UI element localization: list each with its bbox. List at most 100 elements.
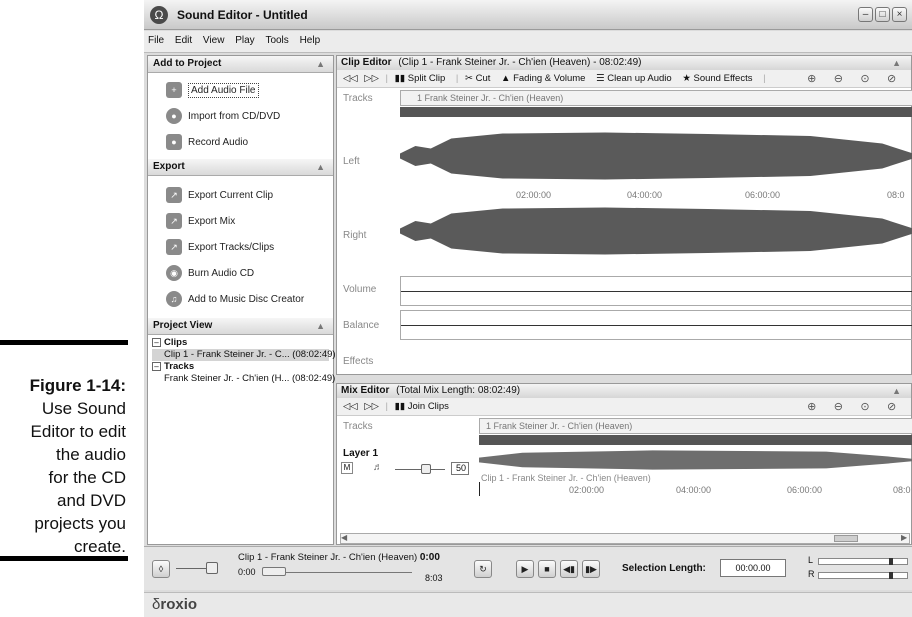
menu-view[interactable]: View	[199, 31, 229, 51]
tree-node-tracks[interactable]: – Tracks	[152, 361, 329, 373]
zoom-fit-icon[interactable]: ⊙	[860, 70, 874, 88]
nudge-left-icon[interactable]: ◁◁	[343, 73, 358, 84]
seek-thumb[interactable]	[262, 567, 286, 576]
tree-item-clip[interactable]: Clip 1 - Frank Steiner Jr. - C... (08:02…	[152, 349, 336, 361]
meter-right-label: R	[808, 569, 815, 579]
close-button[interactable]: ×	[892, 7, 907, 22]
mix-track-bar	[479, 435, 912, 445]
menu-help[interactable]: Help	[296, 31, 325, 51]
menu-tools[interactable]: Tools	[261, 31, 292, 51]
selection-length-field[interactable]: 00:00.00	[720, 559, 786, 577]
collapse-icon[interactable]: ▲	[316, 159, 325, 175]
zoom-in-icon[interactable]: ⊕	[807, 398, 821, 416]
disc-icon: ●	[166, 108, 182, 124]
mix-track-header[interactable]: 1 Frank Steiner Jr. - Ch'ien (Heaven)	[479, 418, 912, 434]
export-mix-action[interactable]: ↗ Export Mix	[148, 208, 333, 234]
zoom-out-icon[interactable]: ⊖	[834, 398, 848, 416]
footer: δroxio	[144, 592, 912, 617]
title-bar[interactable]: Ω Sound Editor - Untitled – □ ×	[144, 0, 912, 30]
minimize-button[interactable]: –	[858, 7, 873, 22]
master-volume-thumb[interactable]	[206, 562, 218, 574]
scroll-right-icon[interactable]: ▶	[901, 533, 907, 542]
zoom-in-icon[interactable]: ⊕	[807, 70, 821, 88]
collapse-icon[interactable]: ▲	[316, 318, 325, 334]
export-clip-icon: ↗	[166, 187, 182, 203]
zoom-out-icon[interactable]: ⊖	[834, 70, 848, 88]
collapse-icon[interactable]: ▲	[892, 384, 901, 398]
split-clip-button[interactable]: ▮▮ Split Clip	[395, 73, 450, 84]
collapse-icon[interactable]: ▲	[892, 56, 901, 70]
loop-button[interactable]: ↻	[474, 560, 492, 578]
tree-node-clips[interactable]: – Clips	[152, 337, 329, 349]
window-title: Sound Editor - Untitled	[177, 8, 308, 22]
headphones-icon: Ω	[150, 6, 168, 24]
scroll-left-icon[interactable]: ◀	[341, 533, 347, 542]
horizontal-scrollbar[interactable]: ◀ ▶	[340, 533, 910, 544]
next-button[interactable]: ▮▶	[582, 560, 600, 578]
burn-audio-cd-action[interactable]: ◉ Burn Audio CD	[148, 260, 333, 286]
caption-line: the audio	[56, 445, 126, 464]
burn-icon: ◉	[166, 265, 182, 281]
project-view-header[interactable]: Project View ▲	[148, 318, 333, 335]
stop-button[interactable]: ■	[538, 560, 556, 578]
play-button[interactable]: ▶	[516, 560, 534, 578]
export-tracks-action[interactable]: ↗ Export Tracks/Clips	[148, 234, 333, 260]
zoom-selection-icon[interactable]: ⊘	[887, 398, 901, 416]
tree-item-track[interactable]: Frank Steiner Jr. - Ch'ien (H... (08:02:…	[152, 373, 335, 385]
join-clips-button[interactable]: ▮▮ Join Clips	[395, 401, 453, 412]
transport-bar: ◊ Clip 1 - Frank Steiner Jr. - Ch'ien (H…	[144, 546, 912, 590]
export-header[interactable]: Export ▲	[148, 159, 333, 176]
mix-editor-toolbar: ◁◁ ▷▷ | ▮▮ Join Clips ⊕ ⊖ ⊙ ⊘	[337, 398, 911, 416]
track-bar	[400, 107, 912, 117]
time-mark: 08:0	[893, 485, 911, 495]
collapse-toggle-icon[interactable]: –	[152, 361, 161, 371]
balance-envelope[interactable]	[400, 310, 912, 340]
add-to-project-header[interactable]: Add to Project ▲	[148, 56, 333, 73]
menu-play[interactable]: Play	[231, 31, 258, 51]
speaker-icon[interactable]: ◊	[152, 560, 170, 578]
mute-icon[interactable]: M	[341, 462, 353, 474]
volume-envelope[interactable]	[400, 276, 912, 306]
collapse-toggle-icon[interactable]: –	[152, 337, 161, 347]
add-audio-file-action[interactable]: + Add Audio File	[148, 77, 333, 103]
import-cd-action[interactable]: ● Import from CD/DVD	[148, 103, 333, 129]
playhead[interactable]	[479, 482, 480, 496]
zoom-fit-icon[interactable]: ⊙	[860, 398, 874, 416]
nudge-left-icon[interactable]: ◁◁	[343, 401, 358, 412]
sound-effects-button[interactable]: ★ Sound Effects	[682, 73, 756, 84]
balance-label: Balance	[343, 320, 380, 331]
speaker-icon[interactable]: ♬	[373, 462, 383, 473]
collapse-icon[interactable]: ▲	[316, 56, 325, 72]
left-channel-label: Left	[343, 156, 360, 167]
nudge-right-icon[interactable]: ▷▷	[364, 73, 379, 84]
menu-edit[interactable]: Edit	[171, 31, 196, 51]
cut-button[interactable]: ✂ Cut	[465, 73, 494, 84]
nudge-right-icon[interactable]: ▷▷	[364, 401, 379, 412]
clean-up-audio-button[interactable]: ☰ Clean up Audio	[596, 73, 676, 84]
zoom-selection-icon[interactable]: ⊘	[887, 70, 901, 88]
track-header[interactable]: 1 Frank Steiner Jr. - Ch'ien (Heaven)	[400, 90, 912, 106]
project-tree: – Clips Clip 1 - Frank Steiner Jr. - C...…	[148, 335, 336, 387]
layer-volume-slider-track	[395, 469, 445, 470]
previous-button[interactable]: ◀▮	[560, 560, 578, 578]
caption-line: projects you	[34, 514, 126, 533]
add-file-icon: +	[166, 82, 182, 98]
add-to-music-disc-action[interactable]: ♫ Add to Music Disc Creator	[148, 286, 333, 312]
fading-volume-button[interactable]: ▲ Fading & Volume	[501, 73, 589, 84]
menu-file[interactable]: File	[144, 31, 168, 51]
maximize-button[interactable]: □	[875, 7, 890, 22]
layer-volume-slider-thumb[interactable]	[421, 464, 431, 474]
export-current-clip-action[interactable]: ↗ Export Current Clip	[148, 182, 333, 208]
music-disc-icon: ♫	[166, 291, 182, 307]
right-channel-waveform[interactable]	[400, 207, 912, 255]
record-audio-action[interactable]: ● Record Audio	[148, 129, 333, 155]
meter-right-marker	[889, 572, 893, 579]
scroll-thumb[interactable]	[834, 535, 858, 542]
clip-editor-header: Clip Editor (Clip 1 - Frank Steiner Jr. …	[337, 56, 911, 70]
position-end: 8:03	[425, 573, 443, 583]
meter-left-label: L	[808, 555, 814, 565]
mix-clip-waveform[interactable]	[479, 450, 912, 470]
layer-volume-field[interactable]: 50	[451, 462, 469, 475]
export-mix-icon: ↗	[166, 213, 182, 229]
left-channel-waveform[interactable]	[400, 132, 912, 180]
